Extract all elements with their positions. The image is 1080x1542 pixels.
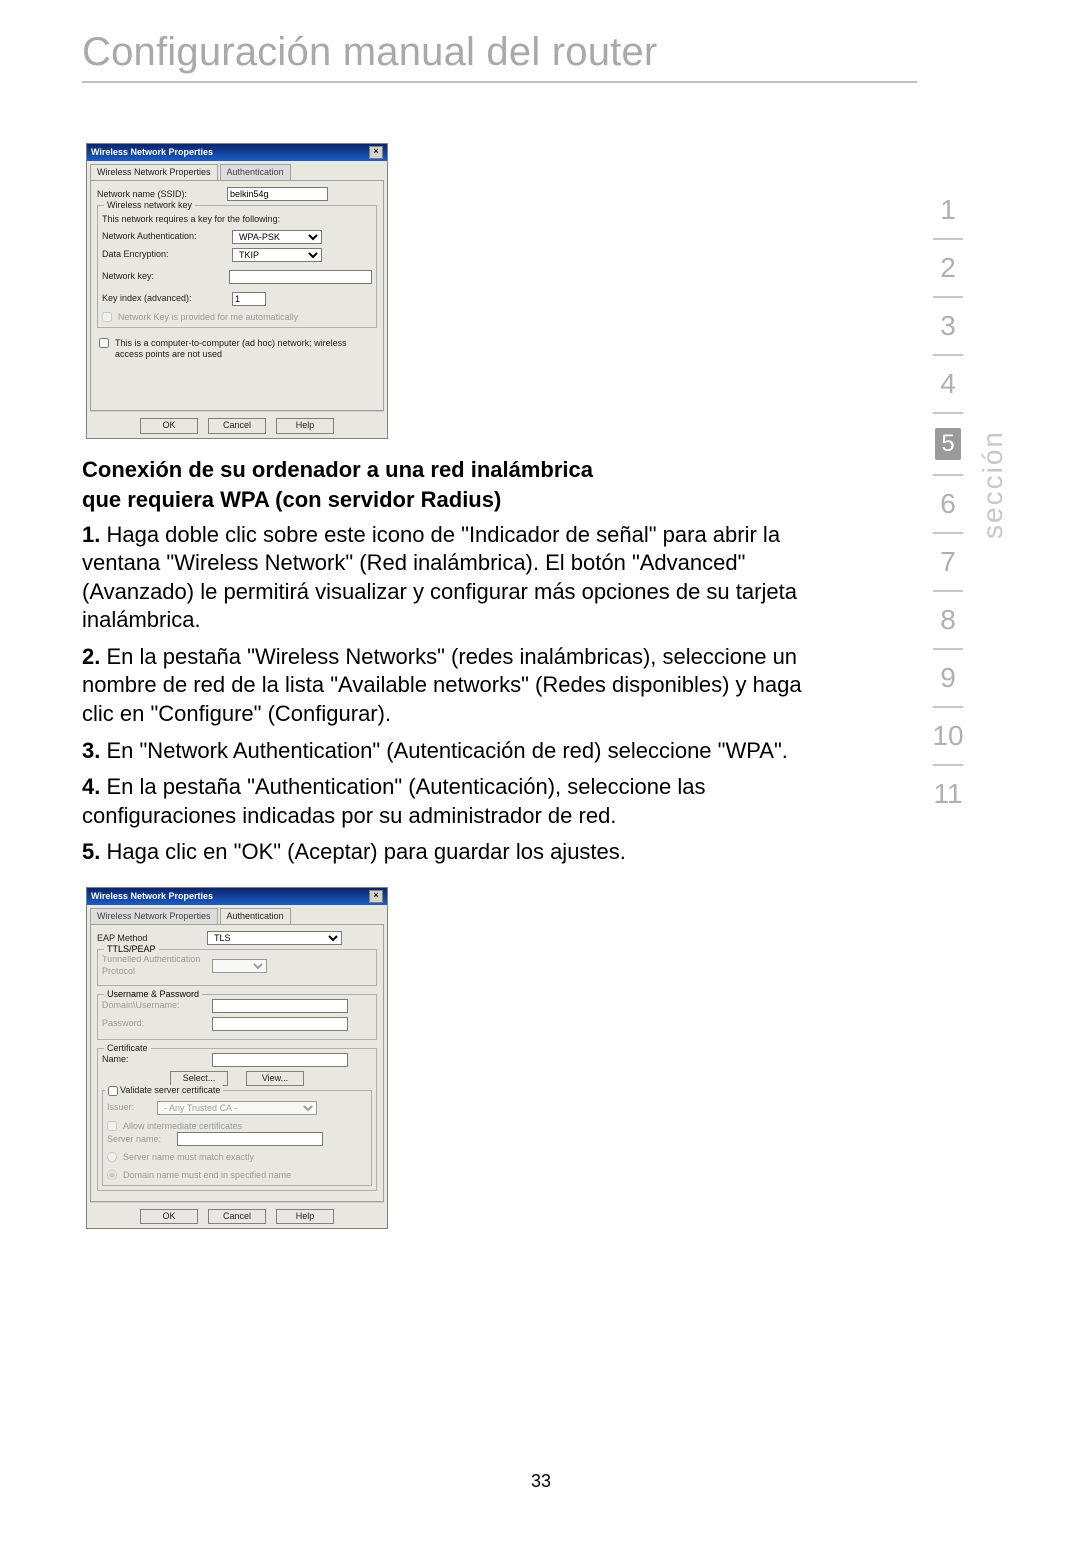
step-4: 4. En la pestaña "Authentication" (Auten… xyxy=(82,773,822,830)
userpass-group: Username & Password Domain\Username: Pas… xyxy=(97,994,377,1040)
eap-select[interactable]: TLS xyxy=(207,931,342,945)
server-input xyxy=(177,1132,323,1146)
subheading-1: Conexión de su ordenador a una red inalá… xyxy=(82,457,1000,483)
server-label: Server name: xyxy=(107,1134,177,1145)
ok-button[interactable]: OK xyxy=(140,418,198,433)
tap-select xyxy=(212,959,267,973)
dialog1-title: Wireless Network Properties xyxy=(91,147,213,158)
validate-checkbox[interactable] xyxy=(108,1086,118,1096)
adhoc-checkbox[interactable] xyxy=(99,338,109,348)
userpass-legend: Username & Password xyxy=(104,989,202,1000)
section-8[interactable]: 8 xyxy=(940,606,956,634)
key-note: This network requires a key for the foll… xyxy=(102,214,372,225)
match-exact-label: Server name must match exactly xyxy=(123,1152,254,1163)
tab-wireless-props[interactable]: Wireless Network Properties xyxy=(90,164,218,180)
close-icon[interactable]: × xyxy=(369,146,383,159)
section-6[interactable]: 6 xyxy=(940,490,956,518)
ttls-legend: TTLS/PEAP xyxy=(104,944,159,955)
help-button[interactable]: Help xyxy=(276,418,334,433)
cert-name-input[interactable] xyxy=(212,1053,348,1067)
dialog-wireless-props-2: Wireless Network Properties × Wireless N… xyxy=(86,887,388,1229)
ok-button[interactable]: OK xyxy=(140,1209,198,1224)
ttls-group: TTLS/PEAP Tunnelled Authentication Proto… xyxy=(97,949,377,986)
page-title: Configuración manual del router xyxy=(82,30,1000,75)
eap-label: EAP Method xyxy=(97,933,207,944)
keyindex-label: Key index (advanced): xyxy=(102,293,232,304)
section-10[interactable]: 10 xyxy=(932,722,963,750)
step-5: 5. Haga clic en "OK" (Aceptar) para guar… xyxy=(82,838,822,867)
ssid-label: Network name (SSID): xyxy=(97,189,227,200)
cancel-button[interactable]: Cancel xyxy=(208,418,266,433)
domain-input xyxy=(212,999,348,1013)
page-number: 33 xyxy=(82,1471,1000,1492)
domain-end-radio xyxy=(107,1170,117,1180)
validate-group: Validate server certificate Issuer:- Any… xyxy=(102,1090,372,1186)
step-2: 2. En la pestaña "Wireless Networks" (re… xyxy=(82,643,822,729)
pwd-label: Password: xyxy=(102,1018,212,1029)
close-icon[interactable]: × xyxy=(369,890,383,903)
tab-authentication[interactable]: Authentication xyxy=(220,908,291,924)
domain-label: Domain\Username: xyxy=(102,1000,212,1011)
auth-select[interactable]: WPA-PSK xyxy=(232,230,322,244)
help-button[interactable]: Help xyxy=(276,1209,334,1224)
section-9[interactable]: 9 xyxy=(940,664,956,692)
enc-label: Data Encryption: xyxy=(102,249,232,260)
allow-inter-label: Allow intermediate certificates xyxy=(123,1121,242,1132)
ssid-input[interactable] xyxy=(227,187,328,201)
auth-label: Network Authentication: xyxy=(102,231,232,242)
pwd-input xyxy=(212,1017,348,1031)
netkey-label: Network key: xyxy=(102,271,229,282)
cert-legend: Certificate xyxy=(104,1043,151,1054)
issuer-select: - Any Trusted CA - xyxy=(157,1101,317,1115)
match-exact-radio xyxy=(107,1152,117,1162)
dialog2-titlebar: Wireless Network Properties × xyxy=(87,888,387,905)
allow-inter-checkbox xyxy=(107,1121,117,1131)
auto-key-label: Network Key is provided for me automatic… xyxy=(118,312,298,323)
cancel-button[interactable]: Cancel xyxy=(208,1209,266,1224)
issuer-label: Issuer: xyxy=(107,1102,157,1113)
domain-end-label: Domain name must end in specified name xyxy=(123,1170,291,1181)
tab-authentication[interactable]: Authentication xyxy=(220,164,291,180)
dialog2-title: Wireless Network Properties xyxy=(91,891,213,902)
netkey-input[interactable] xyxy=(229,270,372,284)
seccion-label: sección xyxy=(977,430,1009,539)
wireless-key-legend: Wireless network key xyxy=(104,200,195,211)
subheading-2: que requiera WPA (con servidor Radius) xyxy=(82,487,1000,513)
step-1: 1. Haga doble clic sobre este icono de "… xyxy=(82,521,822,635)
section-nav: 1 2 3 4 5 6 7 8 9 10 11 xyxy=(924,196,972,808)
section-3[interactable]: 3 xyxy=(940,312,956,340)
section-5-current[interactable]: 5 xyxy=(935,428,960,460)
adhoc-label: This is a computer-to-computer (ad hoc) … xyxy=(115,338,375,361)
tap-label: Tunnelled Authentication Protocol xyxy=(102,954,212,977)
enc-select[interactable]: TKIP xyxy=(232,248,322,262)
cert-group: Certificate Name: Select... View... Vali… xyxy=(97,1048,377,1191)
section-1[interactable]: 1 xyxy=(940,196,956,224)
wireless-key-group: Wireless network key This network requir… xyxy=(97,205,377,328)
title-rule xyxy=(82,81,917,83)
section-4[interactable]: 4 xyxy=(940,370,956,398)
view-button[interactable]: View... xyxy=(246,1071,304,1086)
validate-label: Validate server certificate xyxy=(120,1085,220,1095)
select-button[interactable]: Select... xyxy=(170,1071,228,1086)
section-11[interactable]: 11 xyxy=(933,780,962,808)
section-7[interactable]: 7 xyxy=(940,548,956,576)
cert-name-label: Name: xyxy=(102,1054,212,1065)
auto-key-checkbox xyxy=(102,312,112,322)
dialog1-titlebar: Wireless Network Properties × xyxy=(87,144,387,161)
keyindex-input[interactable] xyxy=(232,292,266,306)
section-2[interactable]: 2 xyxy=(940,254,956,282)
step-3: 3. En "Network Authentication" (Autentic… xyxy=(82,737,822,766)
tab-wireless-props[interactable]: Wireless Network Properties xyxy=(90,908,218,924)
dialog-wireless-props-1: Wireless Network Properties × Wireless N… xyxy=(86,143,388,439)
